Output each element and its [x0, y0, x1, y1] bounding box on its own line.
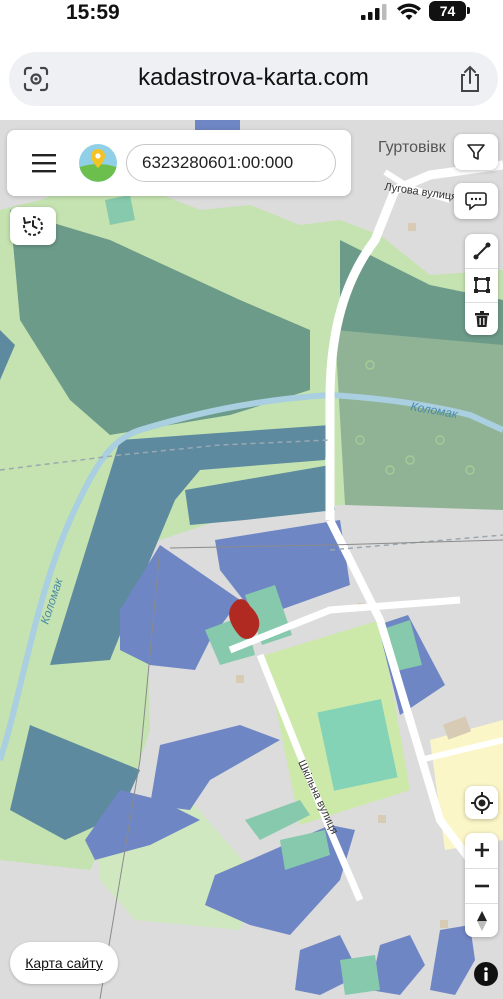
zoom-out-icon [474, 884, 489, 887]
building [378, 815, 386, 823]
filter-icon [467, 144, 485, 160]
search-panel: 6323280601:00:000 [7, 130, 351, 196]
filter-button[interactable] [454, 134, 498, 170]
map-canvas[interactable]: Гуртовівк Лугова вулиця Коломак Коломак … [0, 120, 503, 999]
battery-indicator: 74 [429, 1, 466, 21]
info-icon [484, 967, 488, 981]
share-icon[interactable] [457, 64, 483, 94]
signal-icon [361, 4, 387, 20]
status-time: 15:59 [66, 1, 120, 24]
battery-tip [467, 7, 470, 14]
polygon-tool-button[interactable] [465, 268, 498, 301]
cadastral-map[interactable]: Гуртовівк Лугова вулиця Коломак Коломак … [0, 120, 503, 999]
map-logo-icon[interactable] [78, 143, 118, 183]
zoom-control [465, 833, 498, 937]
green-parcel-6 [105, 195, 135, 225]
status-bar: 15:59 74 [0, 0, 503, 30]
delete-tool-button[interactable] [465, 302, 498, 335]
trash-icon [474, 311, 489, 327]
building [236, 675, 244, 683]
history-icon [23, 216, 44, 236]
cadastral-number-input[interactable]: 6323280601:00:000 [126, 144, 336, 182]
draw-toolbar [465, 234, 498, 335]
wifi-icon [397, 3, 421, 20]
compass-button[interactable] [465, 903, 498, 937]
comment-icon [465, 192, 487, 211]
line-tool-icon [473, 242, 490, 259]
zoom-in-button[interactable] [465, 833, 498, 867]
village-label: Гуртовівк [378, 139, 447, 156]
locate-button[interactable] [465, 786, 498, 819]
green-parcel-7 [340, 955, 380, 995]
blue-parcel-10 [195, 120, 240, 130]
building [408, 223, 416, 231]
locate-icon [470, 791, 493, 814]
sitemap-link[interactable]: Карта сайту [10, 942, 118, 984]
polygon-tool-icon [473, 277, 490, 293]
zoom-in-icon [474, 843, 489, 857]
menu-icon[interactable] [32, 152, 58, 174]
info-button[interactable] [474, 962, 498, 986]
url-text[interactable]: kadastrova-karta.com [9, 64, 498, 92]
history-button[interactable] [10, 207, 56, 245]
browser-toolbar: kadastrova-karta.com [0, 30, 503, 120]
building [440, 920, 448, 928]
address-bar[interactable]: kadastrova-karta.com [9, 52, 498, 106]
comment-button[interactable] [454, 183, 498, 219]
line-tool-button[interactable] [465, 234, 498, 267]
zoom-out-button[interactable] [465, 868, 498, 902]
compass-icon [476, 910, 487, 931]
